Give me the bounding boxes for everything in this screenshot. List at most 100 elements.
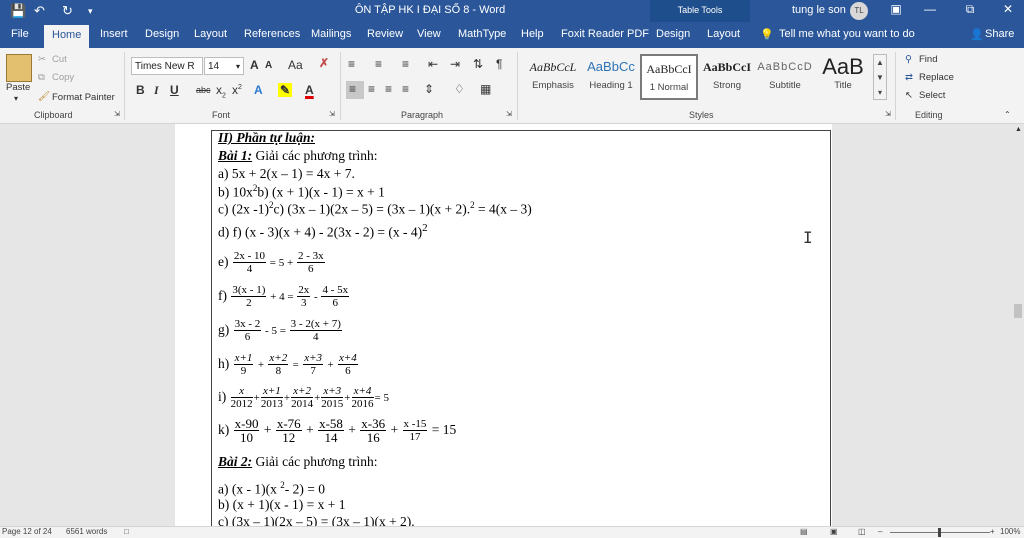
font-launcher-icon[interactable]: ⇲ <box>329 110 335 118</box>
minimize-icon[interactable]: — <box>916 2 944 16</box>
proofing-icon[interactable]: □ <box>124 527 129 536</box>
strikethrough-button[interactable]: abc <box>196 85 211 95</box>
paste-button[interactable]: Paste <box>6 82 30 93</box>
style-emphasis[interactable]: AaBbCcL Emphasis <box>524 54 582 100</box>
highlight-color-icon[interactable]: ✎ <box>278 83 293 97</box>
document-canvas[interactable]: II) Phần tự luận: Bài 1: Giải các phương… <box>0 124 1012 526</box>
align-right-icon[interactable]: ≡ <box>385 82 392 96</box>
paste-icon[interactable] <box>6 54 32 82</box>
print-layout-icon[interactable]: ▣ <box>830 527 838 536</box>
style-strong[interactable]: AaBbCcI Strong <box>698 54 756 100</box>
cut-button[interactable]: Cut <box>52 54 67 65</box>
tab-file[interactable]: File <box>11 28 29 40</box>
style-subtitle[interactable]: AaBbCcD Subtitle <box>756 54 814 100</box>
italic-button[interactable]: I <box>154 83 159 98</box>
paragraph-launcher-icon[interactable]: ⇲ <box>506 110 512 118</box>
clipboard-launcher-icon[interactable]: ⇲ <box>114 110 120 118</box>
group-separator <box>340 52 341 120</box>
tab-review[interactable]: Review <box>367 28 403 40</box>
vertical-scrollbar[interactable]: ▲ <box>1012 124 1024 526</box>
bullets-icon[interactable]: ≡ <box>348 57 355 71</box>
change-case-button[interactable]: Aa <box>288 58 303 72</box>
tell-me-search[interactable]: Tell me what you want to do <box>779 28 915 40</box>
text-cursor-icon: I <box>803 228 813 247</box>
bold-button[interactable]: B <box>136 83 145 97</box>
tab-insert[interactable]: Insert <box>100 28 128 40</box>
zoom-in-icon[interactable]: + <box>990 527 995 536</box>
increase-indent-icon[interactable]: ⇥ <box>450 57 460 71</box>
clear-formatting-icon[interactable]: ✗ <box>319 56 329 70</box>
superscript-button[interactable]: x2 <box>232 83 242 97</box>
tab-table-layout[interactable]: Layout <box>707 28 740 40</box>
scrollbar-thumb[interactable] <box>1014 304 1022 318</box>
zoom-out-icon[interactable]: – <box>878 527 882 536</box>
show-formatting-button[interactable]: ¶ <box>496 57 502 71</box>
tab-home[interactable]: Home <box>44 25 90 48</box>
tab-foxit-reader-pdf[interactable]: Foxit Reader PDF <box>561 28 649 40</box>
document-page[interactable]: II) Phần tự luận: Bài 1: Giải các phương… <box>175 124 832 526</box>
equation-h: h) x+1 9 + x+2 8 = x+3 7 + x+4 6 <box>218 352 358 377</box>
decrease-indent-icon[interactable]: ⇤ <box>428 57 438 71</box>
multilevel-list-icon[interactable]: ≡ <box>402 57 409 71</box>
select-button[interactable]: Select <box>919 90 945 101</box>
user-name[interactable]: tung le son <box>792 4 846 16</box>
tab-design[interactable]: Design <box>145 28 179 40</box>
styles-scroll-icon[interactable]: ▲ ▼ ▾ <box>873 54 887 100</box>
tab-table-design[interactable]: Design <box>656 28 690 40</box>
web-layout-icon[interactable]: ◫ <box>858 527 866 536</box>
select-icon[interactable]: ↖ <box>905 90 913 101</box>
page-count[interactable]: Page 12 of 24 <box>2 527 52 536</box>
zoom-level[interactable]: 100% <box>1000 527 1020 536</box>
styles-launcher-icon[interactable]: ⇲ <box>885 110 891 118</box>
clipboard-group-label: Clipboard <box>34 110 73 120</box>
text-effects-icon[interactable]: A <box>254 83 263 97</box>
format-painter-button[interactable]: Format Painter <box>52 92 115 103</box>
tab-mailings[interactable]: Mailings <box>311 28 351 40</box>
bai-2-title: Bài 2: Giải các phương trình: <box>218 454 378 469</box>
find-button[interactable]: Find <box>919 54 937 65</box>
align-center-icon[interactable]: ≡ <box>368 82 375 96</box>
scroll-up-icon[interactable]: ▲ <box>1015 126 1022 133</box>
close-icon[interactable]: ✕ <box>994 2 1022 16</box>
sort-icon[interactable]: ⇅ <box>473 57 483 71</box>
tab-view[interactable]: View <box>417 28 441 40</box>
replace-icon[interactable]: ⇄ <box>905 72 913 83</box>
find-icon[interactable]: ⚲ <box>905 54 912 65</box>
shading-icon[interactable]: ♢ <box>454 82 465 96</box>
subscript-button[interactable]: x2 <box>216 83 226 99</box>
justify-icon[interactable]: ≡ <box>402 82 409 96</box>
word-count[interactable]: 6561 words <box>66 527 107 536</box>
collapse-ribbon-icon[interactable]: ⌃ <box>1004 110 1011 119</box>
tab-mathtype[interactable]: MathType <box>458 28 506 40</box>
underline-button[interactable]: U <box>170 83 179 97</box>
restore-icon[interactable]: ⧉ <box>956 2 984 17</box>
equation-i: i) x 2012 + x+1 2013 + x+2 2014 + x+3 2015 + x+4 2016… <box>218 385 389 410</box>
replace-button[interactable]: Replace <box>919 72 954 83</box>
font-name-field[interactable]: Times New R <box>131 57 203 75</box>
paste-dropdown-icon[interactable]: ▾ <box>14 94 18 103</box>
heading-tu-luan: II) Phần tự luận: <box>218 130 315 145</box>
shrink-font-button[interactable]: A <box>265 60 272 71</box>
style-title[interactable]: AaB Title <box>814 54 872 100</box>
share-button[interactable]: Share <box>985 28 1014 40</box>
zoom-slider-thumb[interactable] <box>938 528 941 537</box>
style-heading-1[interactable]: AaBbCc Heading 1 <box>582 54 640 100</box>
cut-icon[interactable]: ✂ <box>38 54 46 65</box>
tab-layout[interactable]: Layout <box>194 28 227 40</box>
read-mode-icon[interactable]: ▤ <box>800 527 808 536</box>
ribbon-display-icon[interactable]: ▣ <box>882 2 910 16</box>
tab-help[interactable]: Help <box>521 28 544 40</box>
borders-icon[interactable]: ▦ <box>480 82 491 96</box>
copy-icon[interactable]: ⧉ <box>38 72 45 83</box>
font-color-icon[interactable]: A <box>305 83 314 97</box>
numbering-icon[interactable]: ≡ <box>375 57 382 71</box>
copy-button[interactable]: Copy <box>52 72 74 83</box>
font-size-field[interactable]: 14 ▾ <box>204 57 244 75</box>
grow-font-button[interactable]: A <box>250 58 259 72</box>
tab-references[interactable]: References <box>244 28 300 40</box>
format-painter-icon[interactable]: 🖌 <box>38 91 50 102</box>
avatar[interactable]: TL <box>850 2 868 20</box>
line-spacing-icon[interactable]: ⇕ <box>424 82 434 96</box>
style-normal[interactable]: AaBbCcI 1 Normal <box>640 54 698 100</box>
equation-2c: c) (3x – 1)(2x – 5) = (3x – 1)(x + 2). <box>218 514 415 526</box>
